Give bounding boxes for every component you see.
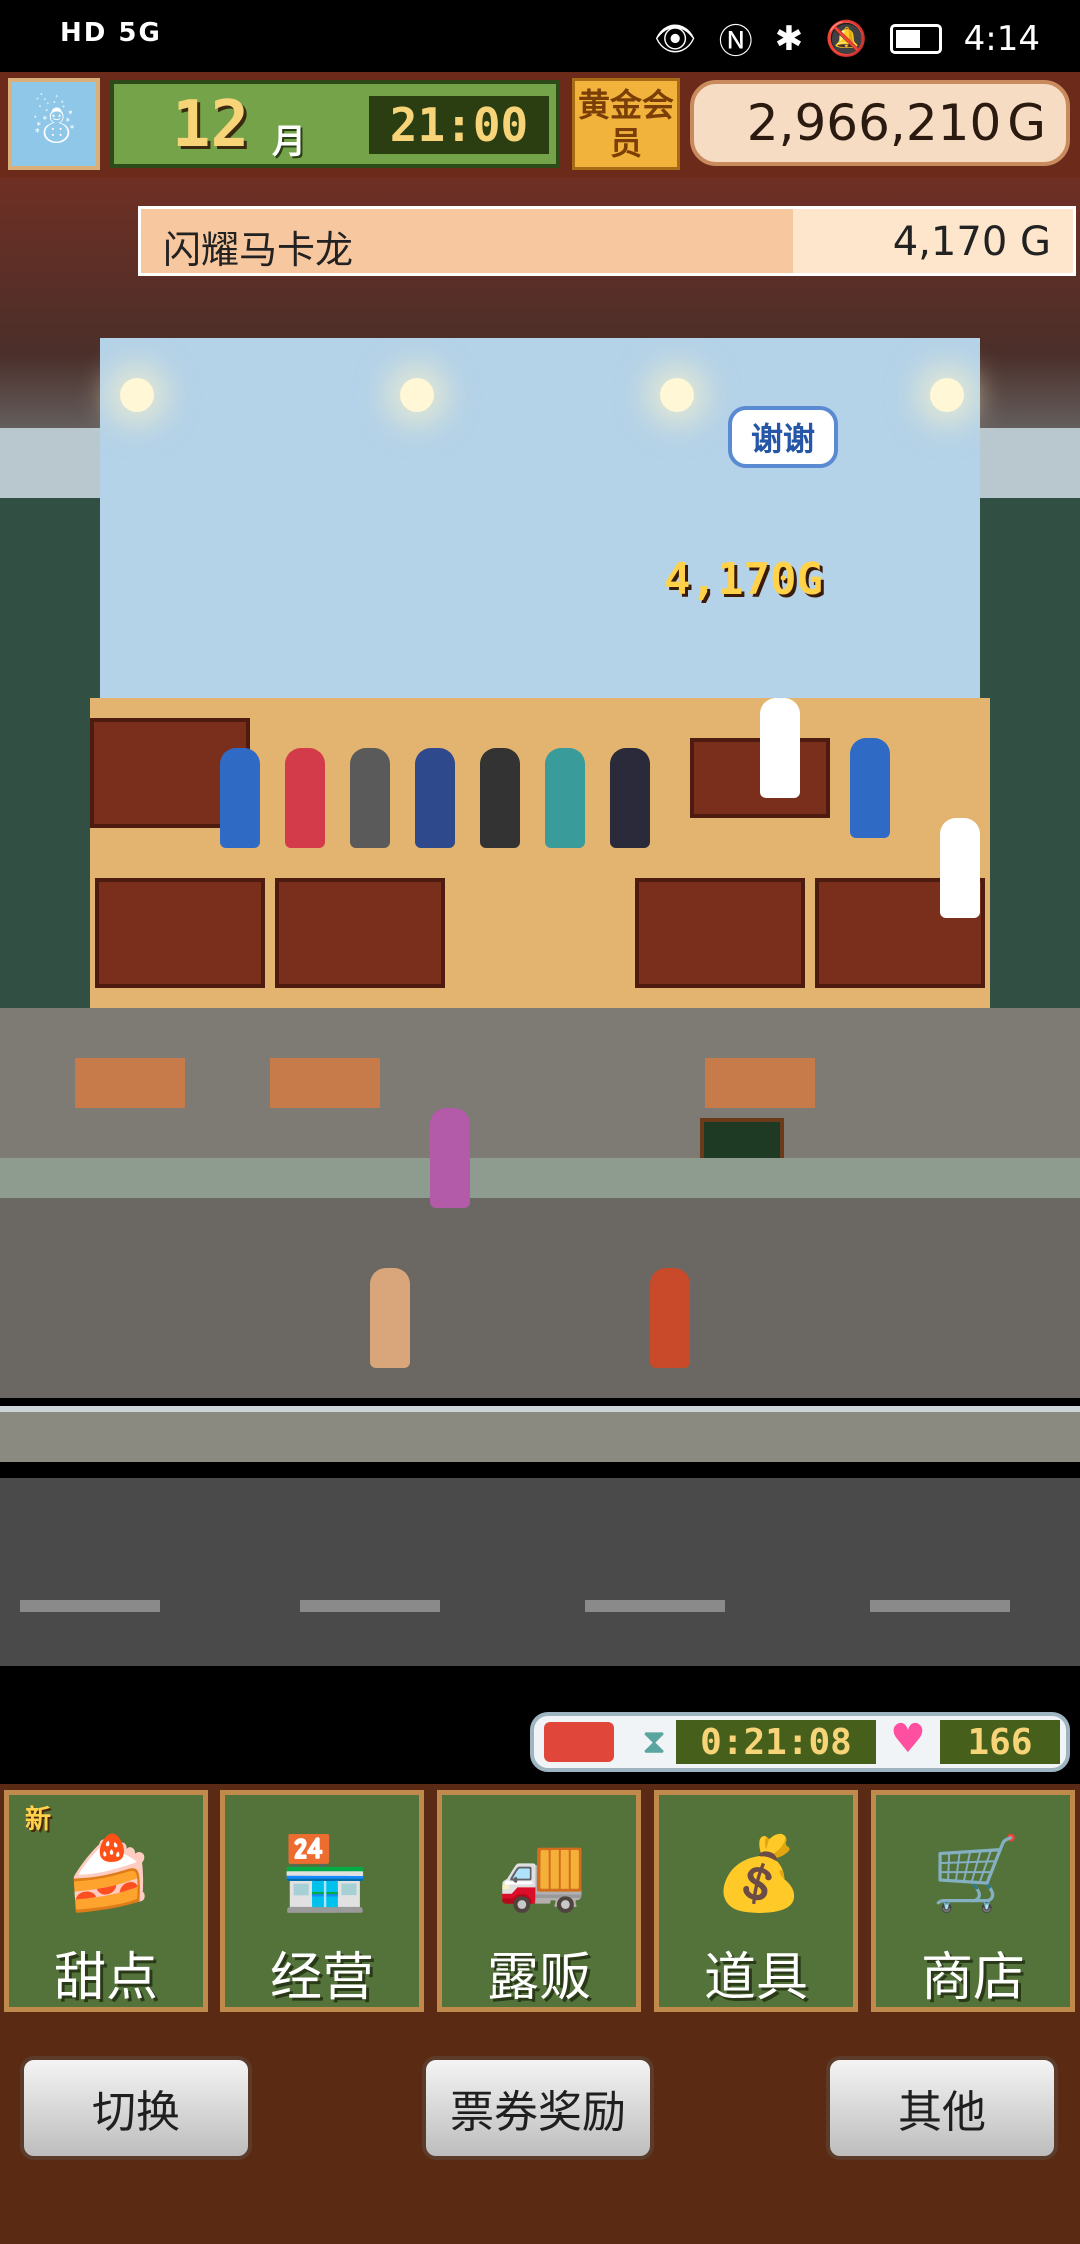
customer[interactable] xyxy=(480,748,520,848)
network-indicators: HD 5G xyxy=(60,18,162,48)
waiter-staff[interactable] xyxy=(940,818,980,918)
ticket-reward-button[interactable]: 票券奖励 xyxy=(422,2056,654,2160)
lamp-icon xyxy=(400,378,434,412)
lamp-icon xyxy=(930,378,964,412)
main-menu: 🍰 新 甜点 🏪 经营 🚚 露贩 💰 道具 🛒 商店 xyxy=(0,1784,1080,2018)
display-shelf[interactable] xyxy=(635,878,805,988)
menu-dessert-label: 甜点 xyxy=(53,1948,158,2008)
sale-price: 4,170 G xyxy=(892,219,1051,265)
earned-price-popup: 4,170G xyxy=(664,554,823,605)
lamp-icon xyxy=(660,378,694,412)
customer[interactable] xyxy=(220,748,260,848)
items-bag-icon: 💰 xyxy=(714,1830,804,1915)
food-truck-icon: 🚚 xyxy=(497,1830,587,1915)
menu-manage-button[interactable]: 🏪 经营 xyxy=(220,1790,424,2012)
road xyxy=(0,1478,1080,1666)
customer[interactable] xyxy=(545,748,585,848)
sale-item-name: 闪耀马卡龙 xyxy=(163,228,354,272)
lane-marking xyxy=(870,1600,1010,1612)
display-shelf[interactable] xyxy=(275,878,445,988)
status-bar: HD 5G 👁 Ⓝ ✱ 🔕 4:14 xyxy=(0,0,1080,72)
street-railing xyxy=(0,1406,1080,1462)
thanks-speech-bubble: 谢谢 xyxy=(728,406,838,468)
customer[interactable] xyxy=(285,748,325,848)
menu-manage-label: 经营 xyxy=(269,1948,374,2008)
customer[interactable] xyxy=(610,748,650,848)
game-time: 21:00 xyxy=(369,96,549,154)
clock: 4:14 xyxy=(963,18,1040,59)
month-unit: 月 xyxy=(272,122,306,162)
money-unit: G xyxy=(1007,94,1046,152)
menu-store-label: 商店 xyxy=(920,1948,1025,2008)
switch-button[interactable]: 切换 xyxy=(20,2056,252,2160)
patio-table[interactable] xyxy=(75,1058,185,1108)
top-hud: ☃ 12 月 21:00 黄金会员 2,966,210 G xyxy=(0,72,1080,178)
status-icons: 👁 Ⓝ ✱ 🔕 4:14 xyxy=(654,14,1040,63)
money-value: 2,966,210 xyxy=(746,94,1002,152)
new-badge: 新 xyxy=(25,1805,52,1835)
heart-icon: ♥ xyxy=(890,1716,926,1762)
menu-food-truck-button[interactable]: 🚚 露贩 xyxy=(437,1790,641,2012)
snowman-avatar-icon[interactable]: ☃ xyxy=(8,78,100,170)
money-display: 2,966,210 G xyxy=(690,80,1070,166)
customer[interactable] xyxy=(350,748,390,848)
other-button[interactable]: 其他 xyxy=(826,2056,1058,2160)
bluetooth-icon: ✱ xyxy=(774,18,804,59)
kitchen-window xyxy=(100,338,980,698)
eye-icon: 👁 xyxy=(653,18,697,59)
menu-food-truck-label: 露贩 xyxy=(486,1948,591,2008)
patio-table[interactable] xyxy=(705,1058,815,1108)
lane-marking xyxy=(300,1600,440,1612)
menu-dessert-button[interactable]: 🍰 新 甜点 xyxy=(4,1790,208,2012)
heart-count: 166 xyxy=(940,1720,1060,1764)
sidewalk xyxy=(0,1198,1080,1398)
display-shelf[interactable] xyxy=(95,878,265,988)
lamp-icon xyxy=(120,378,154,412)
hourglass-icon: ⧗ xyxy=(642,1722,666,1762)
date-panel: 12 月 21:00 xyxy=(110,80,560,168)
shop-icon: 🏪 xyxy=(280,1830,370,1915)
menu-store-button[interactable]: 🛒 商店 xyxy=(871,1790,1075,2012)
bottom-bar: 切换 票券奖励 其他 xyxy=(0,2018,1080,2244)
mute-icon: 🔕 xyxy=(825,18,868,59)
timer-value: 0:21:08 xyxy=(676,1720,876,1764)
passerby[interactable] xyxy=(430,1108,470,1208)
lane-marking xyxy=(585,1600,725,1612)
battery-icon xyxy=(889,23,942,54)
patio-table[interactable] xyxy=(270,1058,380,1108)
month-value: 12 xyxy=(172,88,250,162)
menu-items-button[interactable]: 💰 道具 xyxy=(654,1790,858,2012)
chef-staff[interactable] xyxy=(760,698,800,798)
game-scene[interactable]: 闪耀马卡龙 4,170 G 谢谢 4,170G xyxy=(0,178,1080,1666)
passerby[interactable] xyxy=(370,1268,410,1368)
nfc-icon: Ⓝ xyxy=(718,22,753,62)
food-truck-icon xyxy=(544,1722,614,1762)
passerby[interactable] xyxy=(650,1268,690,1368)
flower-fence xyxy=(0,1158,1080,1198)
menu-items-label: 道具 xyxy=(703,1948,808,2008)
waiter-staff[interactable] xyxy=(850,738,890,838)
food-truck-timer[interactable]: ⧗ 0:21:08 ♥ 166 xyxy=(530,1712,1070,1772)
shopping-cart-icon: 🛒 xyxy=(931,1830,1021,1915)
customer[interactable] xyxy=(415,748,455,848)
cake-icon: 🍰 xyxy=(64,1830,154,1915)
lane-marking xyxy=(20,1600,160,1612)
sale-notification: 闪耀马卡龙 4,170 G xyxy=(138,206,1076,276)
gold-member-badge[interactable]: 黄金会员 xyxy=(572,78,680,170)
